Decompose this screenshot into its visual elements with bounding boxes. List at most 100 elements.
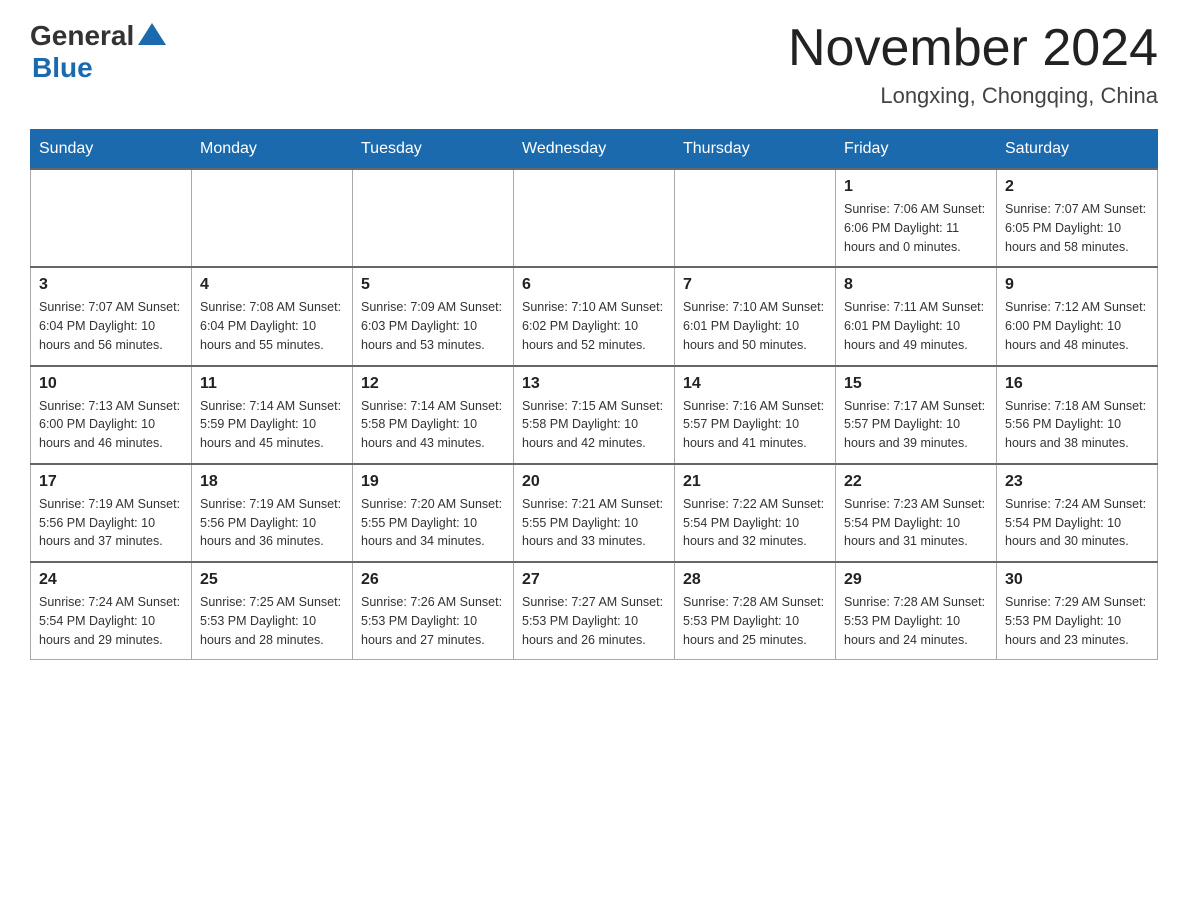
day-info: Sunrise: 7:20 AM Sunset: 5:55 PM Dayligh… <box>361 495 505 551</box>
day-number: 20 <box>522 473 666 491</box>
day-number: 12 <box>361 375 505 393</box>
day-number: 23 <box>1005 473 1149 491</box>
day-info: Sunrise: 7:29 AM Sunset: 5:53 PM Dayligh… <box>1005 593 1149 649</box>
calendar-cell: 18Sunrise: 7:19 AM Sunset: 5:56 PM Dayli… <box>192 464 353 562</box>
calendar-cell: 1 Sunrise: 7:06 AM Sunset: 6:06 PM Daylig… <box>836 169 997 267</box>
location-title: Longxing, Chongqing, China <box>788 83 1158 109</box>
day-info: Sunrise: 7:10 AM Sunset: 6:02 PM Dayligh… <box>522 298 666 354</box>
weekday-header-friday: Friday <box>836 130 997 170</box>
calendar-cell: 13 Sunrise: 7:15 AM Sunset: 5:58 PM Dayli… <box>514 366 675 464</box>
day-number: 6 <box>522 276 666 294</box>
day-number: 27 <box>522 571 666 589</box>
day-info: Sunrise: 7:24 AM Sunset: 5:54 PM Dayligh… <box>1005 495 1149 551</box>
calendar-cell: 24 Sunrise: 7:24 AM Sunset: 5:54 PM Dayli… <box>31 562 192 660</box>
calendar-cell: 8Sunrise: 7:11 AM Sunset: 6:01 PM Daylig… <box>836 267 997 365</box>
day-info: Sunrise: 7:25 AM Sunset: 5:53 PM Dayligh… <box>200 593 344 649</box>
day-number: 30 <box>1005 571 1149 589</box>
day-info: Sunrise: 7:07 AM Sunset: 6:04 PM Dayligh… <box>39 298 183 354</box>
calendar-cell <box>675 169 836 267</box>
day-info: Sunrise: 7:14 AM Sunset: 5:59 PM Dayligh… <box>200 397 344 453</box>
day-info: Sunrise: 7:17 AM Sunset: 5:57 PM Dayligh… <box>844 397 988 453</box>
weekday-header-wednesday: Wednesday <box>514 130 675 170</box>
day-info: Sunrise: 7:21 AM Sunset: 5:55 PM Dayligh… <box>522 495 666 551</box>
day-number: 25 <box>200 571 344 589</box>
day-info: Sunrise: 7:19 AM Sunset: 5:56 PM Dayligh… <box>39 495 183 551</box>
day-number: 19 <box>361 473 505 491</box>
logo-blue-text: Blue <box>32 52 93 84</box>
day-number: 9 <box>1005 276 1149 294</box>
calendar-cell <box>31 169 192 267</box>
day-info: Sunrise: 7:07 AM Sunset: 6:05 PM Dayligh… <box>1005 200 1149 256</box>
day-number: 5 <box>361 276 505 294</box>
calendar-cell: 26 Sunrise: 7:26 AM Sunset: 5:53 PM Dayli… <box>353 562 514 660</box>
day-info: Sunrise: 7:24 AM Sunset: 5:54 PM Dayligh… <box>39 593 183 649</box>
week-row-3: 10 Sunrise: 7:13 AM Sunset: 6:00 PM Dayli… <box>31 366 1158 464</box>
weekday-header-saturday: Saturday <box>997 130 1158 170</box>
day-number: 10 <box>39 375 183 393</box>
calendar-cell <box>514 169 675 267</box>
day-info: Sunrise: 7:14 AM Sunset: 5:58 PM Dayligh… <box>361 397 505 453</box>
calendar-cell: 28 Sunrise: 7:28 AM Sunset: 5:53 PM Dayli… <box>675 562 836 660</box>
calendar-cell: 11Sunrise: 7:14 AM Sunset: 5:59 PM Dayli… <box>192 366 353 464</box>
day-number: 13 <box>522 375 666 393</box>
day-info: Sunrise: 7:28 AM Sunset: 5:53 PM Dayligh… <box>683 593 827 649</box>
calendar-cell: 21 Sunrise: 7:22 AM Sunset: 5:54 PM Dayli… <box>675 464 836 562</box>
day-info: Sunrise: 7:13 AM Sunset: 6:00 PM Dayligh… <box>39 397 183 453</box>
day-number: 17 <box>39 473 183 491</box>
day-number: 26 <box>361 571 505 589</box>
calendar-cell: 14Sunrise: 7:16 AM Sunset: 5:57 PM Dayli… <box>675 366 836 464</box>
day-number: 3 <box>39 276 183 294</box>
calendar-cell: 22 Sunrise: 7:23 AM Sunset: 5:54 PM Dayli… <box>836 464 997 562</box>
logo: General Blue <box>30 20 166 84</box>
calendar-cell: 29 Sunrise: 7:28 AM Sunset: 5:53 PM Dayli… <box>836 562 997 660</box>
day-info: Sunrise: 7:23 AM Sunset: 5:54 PM Dayligh… <box>844 495 988 551</box>
day-number: 18 <box>200 473 344 491</box>
logo-general-text: General <box>30 20 134 52</box>
weekday-header-monday: Monday <box>192 130 353 170</box>
day-number: 8 <box>844 276 988 294</box>
calendar-cell: 20 Sunrise: 7:21 AM Sunset: 5:55 PM Dayli… <box>514 464 675 562</box>
weekday-header-tuesday: Tuesday <box>353 130 514 170</box>
day-number: 29 <box>844 571 988 589</box>
weekday-header-thursday: Thursday <box>675 130 836 170</box>
week-row-1: 1 Sunrise: 7:06 AM Sunset: 6:06 PM Daylig… <box>31 169 1158 267</box>
day-info: Sunrise: 7:15 AM Sunset: 5:58 PM Dayligh… <box>522 397 666 453</box>
title-area: November 2024 Longxing, Chongqing, China <box>788 20 1158 109</box>
day-number: 22 <box>844 473 988 491</box>
page-header: General Blue November 2024 Longxing, Cho… <box>30 20 1158 109</box>
calendar-cell <box>192 169 353 267</box>
calendar-cell: 5Sunrise: 7:09 AM Sunset: 6:03 PM Daylig… <box>353 267 514 365</box>
calendar-cell <box>353 169 514 267</box>
day-info: Sunrise: 7:22 AM Sunset: 5:54 PM Dayligh… <box>683 495 827 551</box>
day-number: 15 <box>844 375 988 393</box>
day-number: 16 <box>1005 375 1149 393</box>
calendar-cell: 12 Sunrise: 7:14 AM Sunset: 5:58 PM Dayli… <box>353 366 514 464</box>
day-info: Sunrise: 7:06 AM Sunset: 6:06 PM Dayligh… <box>844 200 988 256</box>
logo-triangle-icon <box>138 23 166 45</box>
calendar-cell: 9Sunrise: 7:12 AM Sunset: 6:00 PM Daylig… <box>997 267 1158 365</box>
week-row-5: 24 Sunrise: 7:24 AM Sunset: 5:54 PM Dayli… <box>31 562 1158 660</box>
day-number: 28 <box>683 571 827 589</box>
calendar-cell: 10 Sunrise: 7:13 AM Sunset: 6:00 PM Dayli… <box>31 366 192 464</box>
calendar-cell: 19 Sunrise: 7:20 AM Sunset: 5:55 PM Dayli… <box>353 464 514 562</box>
day-number: 24 <box>39 571 183 589</box>
calendar-cell: 25 Sunrise: 7:25 AM Sunset: 5:53 PM Dayli… <box>192 562 353 660</box>
calendar-cell: 6 Sunrise: 7:10 AM Sunset: 6:02 PM Daylig… <box>514 267 675 365</box>
day-number: 1 <box>844 178 988 196</box>
day-info: Sunrise: 7:08 AM Sunset: 6:04 PM Dayligh… <box>200 298 344 354</box>
calendar-cell: 4Sunrise: 7:08 AM Sunset: 6:04 PM Daylig… <box>192 267 353 365</box>
month-title: November 2024 <box>788 20 1158 77</box>
day-number: 21 <box>683 473 827 491</box>
day-info: Sunrise: 7:16 AM Sunset: 5:57 PM Dayligh… <box>683 397 827 453</box>
calendar-cell: 30 Sunrise: 7:29 AM Sunset: 5:53 PM Dayli… <box>997 562 1158 660</box>
calendar-cell: 27Sunrise: 7:27 AM Sunset: 5:53 PM Dayli… <box>514 562 675 660</box>
day-number: 2 <box>1005 178 1149 196</box>
calendar-cell: 15 Sunrise: 7:17 AM Sunset: 5:57 PM Dayli… <box>836 366 997 464</box>
weekday-header-row: SundayMondayTuesdayWednesdayThursdayFrid… <box>31 130 1158 170</box>
week-row-2: 3 Sunrise: 7:07 AM Sunset: 6:04 PM Daylig… <box>31 267 1158 365</box>
day-info: Sunrise: 7:28 AM Sunset: 5:53 PM Dayligh… <box>844 593 988 649</box>
calendar-cell: 17 Sunrise: 7:19 AM Sunset: 5:56 PM Dayli… <box>31 464 192 562</box>
week-row-4: 17 Sunrise: 7:19 AM Sunset: 5:56 PM Dayli… <box>31 464 1158 562</box>
calendar-cell: 7Sunrise: 7:10 AM Sunset: 6:01 PM Daylig… <box>675 267 836 365</box>
day-info: Sunrise: 7:26 AM Sunset: 5:53 PM Dayligh… <box>361 593 505 649</box>
